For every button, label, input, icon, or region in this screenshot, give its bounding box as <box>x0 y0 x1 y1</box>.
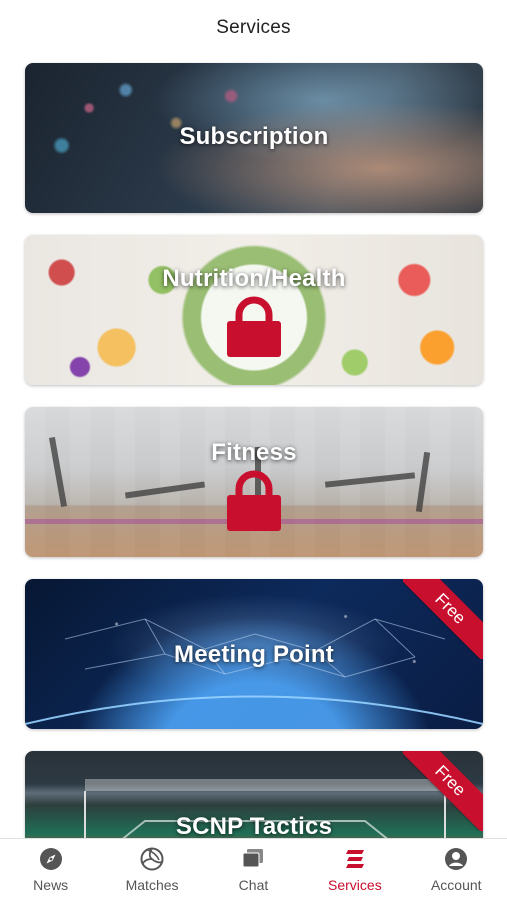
tab-services[interactable]: Services <box>304 846 405 893</box>
services-list[interactable]: Subscription Nutrition/Health Fitness Me… <box>25 63 483 900</box>
service-card-label: Nutrition/Health <box>162 265 346 292</box>
tab-label: Account <box>430 877 482 893</box>
lock-icon <box>227 470 281 531</box>
page-title: Services <box>216 17 291 38</box>
free-ribbon: Free <box>403 751 483 831</box>
volleyball-icon <box>139 846 165 872</box>
tab-matches[interactable]: Matches <box>102 846 203 893</box>
free-ribbon: Free <box>403 579 483 659</box>
tab-label: News <box>33 877 69 893</box>
service-card-label: Subscription <box>179 123 329 150</box>
service-card-meeting-point[interactable]: Meeting Point Free <box>25 579 483 729</box>
tab-label: Chat <box>238 877 269 893</box>
tab-account[interactable]: Account <box>406 846 507 893</box>
service-card-subscription[interactable]: Subscription <box>25 63 483 213</box>
tab-label: Matches <box>125 877 179 893</box>
tab-label: Services <box>328 877 382 893</box>
app-header: Services <box>0 0 507 56</box>
compass-icon <box>38 846 64 872</box>
chat-icon <box>240 846 266 872</box>
tab-news[interactable]: News <box>0 846 101 893</box>
tab-chat[interactable]: Chat <box>203 846 304 893</box>
services-icon <box>342 846 368 872</box>
service-card-nutrition-health[interactable]: Nutrition/Health <box>25 235 483 385</box>
lock-icon <box>227 296 281 357</box>
service-card-label: Fitness <box>211 439 297 466</box>
free-badge: Free <box>403 751 483 831</box>
service-card-fitness[interactable]: Fitness <box>25 407 483 557</box>
bottom-tab-bar: News Matches Chat Services Account <box>0 838 507 900</box>
account-icon <box>443 846 469 872</box>
free-badge: Free <box>403 579 483 659</box>
